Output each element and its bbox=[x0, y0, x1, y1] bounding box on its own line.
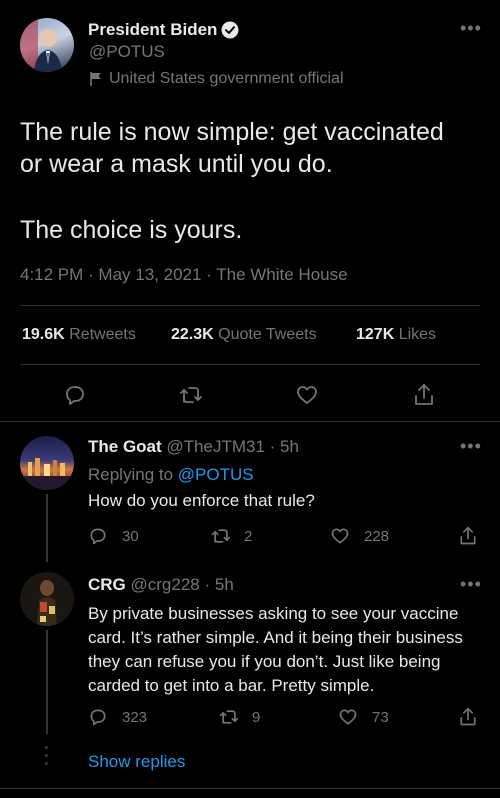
like-count: 73 bbox=[372, 708, 389, 726]
reply-text: How do you enforce that rule? bbox=[88, 491, 315, 510]
likes-count: 127K bbox=[356, 326, 395, 343]
reply-text-line-2: card. It’s rather simple. And it being t… bbox=[88, 628, 463, 647]
reply-icon[interactable] bbox=[88, 526, 108, 546]
author-handle[interactable]: @POTUS bbox=[89, 42, 165, 62]
thread-dots bbox=[45, 746, 49, 765]
quote-tweets-label: Quote Tweets bbox=[218, 326, 317, 343]
reply-text-line-4: carded to get into a bar. Pretty simple. bbox=[88, 676, 375, 695]
replying-to-row: Replying to @POTUS bbox=[88, 465, 254, 485]
replying-to-mention[interactable]: @POTUS bbox=[178, 465, 254, 484]
reply-action[interactable]: 323 bbox=[88, 707, 147, 727]
like-icon[interactable] bbox=[338, 707, 358, 727]
tweet-text: The rule is now simple: get vaccinated o… bbox=[20, 116, 444, 246]
affiliation-row: United States government official bbox=[89, 70, 344, 88]
thread-line bbox=[46, 494, 48, 562]
reply-avatar-crg[interactable] bbox=[20, 572, 74, 626]
retweet-icon[interactable] bbox=[178, 383, 204, 412]
reply-text-line-3: they can refuse you if you don’t. Just l… bbox=[88, 652, 441, 671]
quote-tweets-stat[interactable]: 22.3K Quote Tweets bbox=[171, 326, 317, 344]
reply-header: CRG @crg228 · 5h bbox=[88, 575, 234, 595]
more-options-icon[interactable]: ••• bbox=[460, 436, 482, 457]
show-replies-link[interactable]: Show replies bbox=[88, 752, 185, 772]
verified-icon bbox=[221, 21, 239, 39]
tweet-text-line-3: The choice is yours. bbox=[20, 216, 243, 244]
more-options-icon[interactable]: ••• bbox=[460, 18, 482, 39]
share-icon[interactable] bbox=[412, 382, 436, 413]
affiliation-label: United States government official bbox=[109, 70, 344, 87]
quote-tweets-count: 22.3K bbox=[171, 326, 214, 343]
author-name[interactable]: President Biden bbox=[88, 20, 217, 40]
likes-label: Likes bbox=[398, 326, 437, 343]
retweets-label: Retweets bbox=[69, 326, 136, 343]
reply-header: The Goat @TheJTM31 · 5h bbox=[88, 437, 299, 457]
retweet-icon[interactable] bbox=[218, 707, 240, 727]
reply-handle-time[interactable]: @TheJTM31 · 5h bbox=[166, 437, 299, 456]
replying-to-prefix: Replying to bbox=[88, 465, 174, 484]
divider bbox=[20, 305, 480, 306]
like-count: 228 bbox=[364, 527, 390, 545]
thread-line bbox=[46, 630, 48, 734]
reply-avatar-thegoat[interactable] bbox=[20, 436, 74, 490]
retweet-count: 9 bbox=[252, 708, 261, 726]
reply-text-line-1: By private businesses asking to see your… bbox=[88, 604, 459, 623]
like-action[interactable]: 73 bbox=[338, 707, 389, 727]
reply-count: 323 bbox=[122, 708, 148, 726]
reply-author-name[interactable]: The Goat bbox=[88, 437, 162, 456]
retweet-action[interactable]: 9 bbox=[218, 707, 260, 727]
tweet-meta[interactable]: 4:12 PM · May 13, 2021 · The White House bbox=[20, 265, 348, 285]
reply-handle-time[interactable]: @crg228 · 5h bbox=[131, 575, 234, 594]
reply-text: By private businesses asking to see your… bbox=[88, 602, 463, 698]
divider bbox=[0, 788, 500, 789]
retweet-icon[interactable] bbox=[210, 526, 232, 546]
divider bbox=[0, 421, 500, 422]
reply-author-name[interactable]: CRG bbox=[88, 575, 126, 594]
reply-icon[interactable] bbox=[88, 707, 108, 727]
share-icon[interactable] bbox=[458, 706, 478, 733]
like-icon[interactable] bbox=[330, 526, 350, 546]
divider bbox=[20, 364, 480, 365]
flag-icon bbox=[89, 71, 103, 87]
author-name-row[interactable]: President Biden bbox=[88, 20, 239, 40]
retweets-count: 19.6K bbox=[22, 326, 65, 343]
retweet-count: 2 bbox=[244, 527, 253, 545]
reply-icon[interactable] bbox=[63, 383, 87, 412]
tweet-text-line-1: The rule is now simple: get vaccinated bbox=[20, 118, 444, 146]
share-icon[interactable] bbox=[458, 525, 478, 552]
tweet-text-line-2: or wear a mask until you do. bbox=[20, 150, 333, 178]
like-action[interactable]: 228 bbox=[330, 526, 389, 546]
retweets-stat[interactable]: 19.6K Retweets bbox=[22, 326, 136, 344]
retweet-action[interactable]: 2 bbox=[210, 526, 252, 546]
reply-count: 30 bbox=[122, 527, 139, 545]
like-icon[interactable] bbox=[295, 383, 319, 412]
more-options-icon[interactable]: ••• bbox=[460, 574, 482, 595]
reply-action[interactable]: 30 bbox=[88, 526, 139, 546]
likes-stat[interactable]: 127K Likes bbox=[356, 326, 436, 344]
potus-avatar[interactable] bbox=[20, 18, 74, 72]
